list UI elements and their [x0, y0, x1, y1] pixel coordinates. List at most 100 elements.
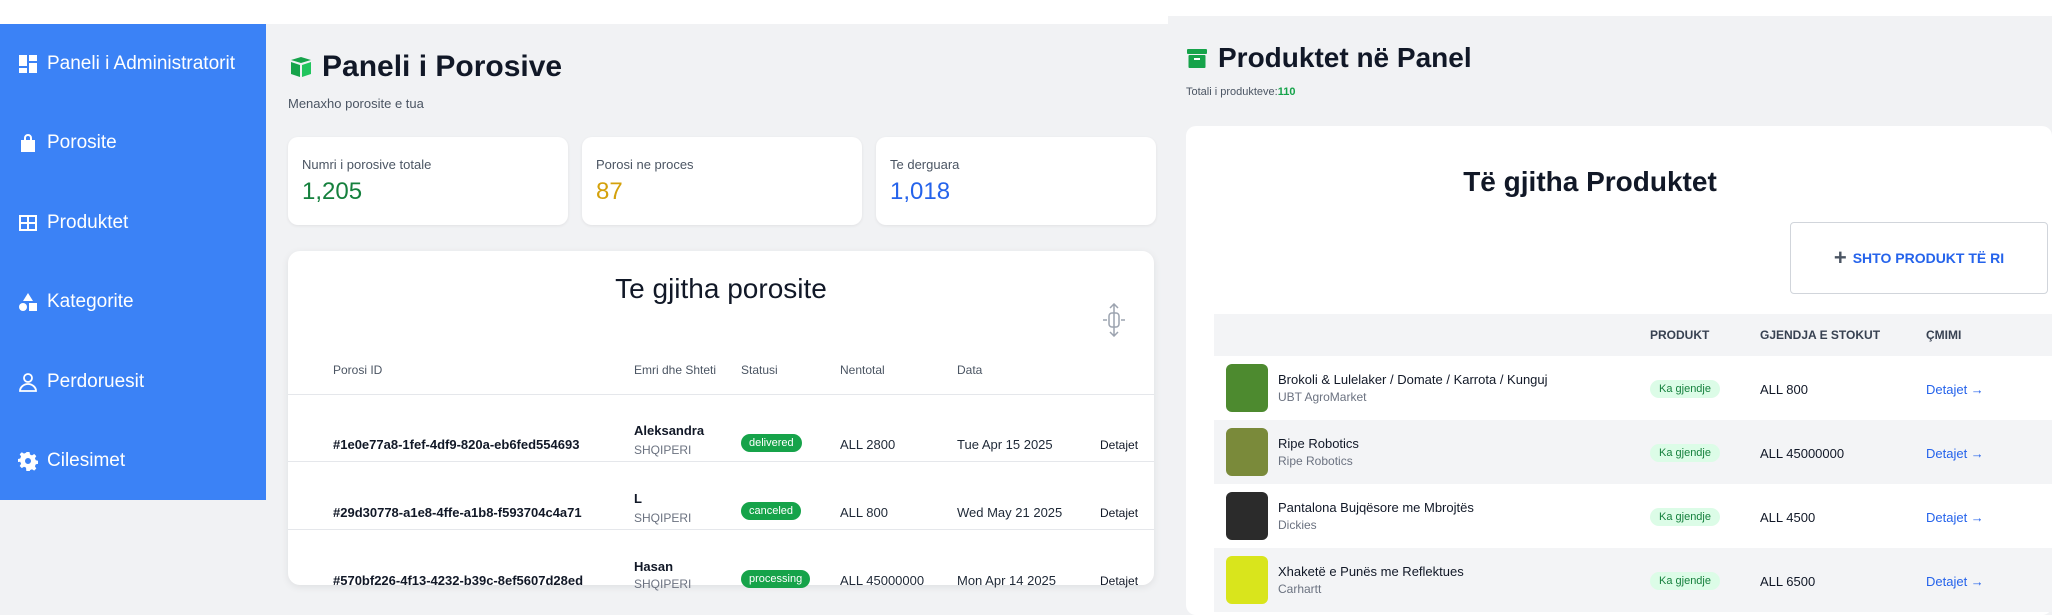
- product-price: ALL 4500: [1760, 510, 1816, 525]
- product-name: Brokoli & Lulelaker / Domate / Karrota /…: [1278, 372, 1548, 387]
- products-card-title: Të gjitha Produktet: [1463, 166, 1717, 197]
- table-row: Pantalona Bujqësore me Mbrojtës Dickies …: [1214, 484, 2052, 548]
- product-details-link[interactable]: Detajet →: [1926, 382, 1984, 397]
- grid-icon: [19, 215, 37, 231]
- product-name: Xhaketë e Punës me Reflektues: [1278, 564, 1464, 579]
- customer-name: L: [634, 491, 642, 506]
- add-product-button[interactable]: + SHTO PRODUKT TË RI: [1790, 222, 2048, 294]
- order-details-link[interactable]: Detajet: [1100, 574, 1138, 588]
- orders-table-title: Te gjitha porosite: [615, 273, 827, 304]
- divider: [288, 394, 1154, 395]
- product-brand: Ripe Robotics: [1278, 454, 1353, 468]
- product-price: ALL 6500: [1760, 574, 1816, 589]
- stat-value: 1,018: [890, 178, 951, 205]
- sidebar-item-settings[interactable]: Cilesimet: [18, 441, 125, 481]
- sidebar-item-label: Perdoruesit: [47, 371, 145, 392]
- table-row: Ripe Robotics Ripe Robotics Ka gjendje A…: [1214, 420, 2052, 484]
- dashboard-icon: [19, 55, 37, 73]
- plus-icon: +: [1833, 245, 1847, 270]
- customer-country: SHQIPERI: [634, 443, 692, 457]
- stat-card-in-process: Porosi ne proces 87: [582, 137, 862, 225]
- sidebar-item-users[interactable]: Perdoruesit: [18, 362, 144, 402]
- products-card: Të gjitha Produktet + SHTO PRODUKT TË RI…: [1186, 126, 2052, 615]
- archive-box-icon: [1187, 49, 1207, 68]
- customer-name: Aleksandra: [634, 423, 705, 438]
- customer-name: Hasan: [634, 559, 674, 574]
- product-details-link[interactable]: Detajet →: [1926, 446, 1984, 461]
- stat-card-delivered: Te derguara 1,018: [876, 137, 1156, 225]
- column-header-product: PRODUKT: [1650, 328, 1710, 342]
- page-title: Paneli i Porosive: [288, 50, 562, 84]
- stat-value: 1,205: [302, 178, 363, 205]
- add-product-label: SHTO PRODUKT TË RI: [1852, 250, 2005, 266]
- table-row: Brokoli & Lulelaker / Domate / Karrota /…: [1214, 356, 2052, 420]
- stock-badge: Ka gjendje: [1650, 508, 1720, 526]
- product-brand: Carhartt: [1278, 582, 1322, 596]
- product-brand: Dickies: [1278, 518, 1317, 532]
- orders-table-card: Te gjitha porosite Porosi ID Emri dhe Sh…: [288, 251, 1154, 591]
- product-name: Pantalona Bujqësore me Mbrojtës: [1278, 500, 1474, 515]
- table-row: Xhaketë e Punës me Reflektues Carhartt K…: [1214, 548, 2052, 612]
- column-header-subtotal: Nentotal: [840, 363, 885, 377]
- status-badge: delivered: [741, 434, 802, 452]
- product-price: ALL 45000000: [1760, 446, 1845, 461]
- column-header-status: Statusi: [741, 363, 778, 377]
- stock-badge: Ka gjendje: [1650, 572, 1720, 590]
- column-header-stock: GJENDJA E STOKUT: [1760, 328, 1881, 342]
- sidebar-item-label: Produktet: [47, 212, 129, 233]
- status-badge: processing: [741, 570, 811, 588]
- orders-header: Paneli i Porosive Menaxho porosite e tua: [288, 50, 562, 111]
- divider: [288, 461, 1154, 462]
- sidebar-item-label: Paneli i Administratorit: [47, 53, 235, 74]
- stock-badge: Ka gjendje: [1650, 444, 1720, 462]
- products-total-value: 110: [1277, 86, 1296, 98]
- order-details-link[interactable]: Detajet: [1100, 506, 1138, 520]
- orders-app: Paneli i Administratorit Porosite Produk…: [0, 24, 1168, 615]
- product-brand: UBT AgroMarket: [1278, 390, 1367, 404]
- sidebar-item-admin-panel[interactable]: Paneli i Administratorit: [18, 44, 235, 84]
- column-header-name-country: Emri dhe Shteti: [634, 363, 717, 377]
- column-header-date: Data: [957, 363, 983, 377]
- products-app: Produktet në Panel Totali i produkteve:1…: [1168, 16, 2052, 615]
- order-details-link[interactable]: Detajet: [1100, 438, 1138, 452]
- sidebar-item-categories[interactable]: Kategorite: [18, 282, 134, 322]
- shapes-icon: [19, 293, 37, 311]
- order-date: Tue Apr 15 2025: [957, 437, 1053, 452]
- stat-label: Te derguara: [890, 157, 960, 172]
- stat-label: Porosi ne proces: [596, 157, 694, 172]
- customer-country: SHQIPERI: [634, 511, 692, 525]
- product-thumbnail: [1226, 364, 1268, 412]
- column-header-price: ÇMIMI: [1926, 328, 1962, 342]
- stock-badge: Ka gjendje: [1650, 380, 1720, 398]
- products-total: Totali i produkteve:110: [1186, 86, 1296, 98]
- sidebar-item-products[interactable]: Produktet: [18, 203, 128, 243]
- product-details-link[interactable]: Detajet →: [1926, 510, 1984, 525]
- product-thumbnail: [1226, 492, 1268, 540]
- drag-handle-icon[interactable]: [1101, 303, 1127, 337]
- stat-value: 87: [596, 178, 623, 205]
- sidebar-item-label: Porosite: [47, 132, 117, 153]
- product-thumbnail: [1226, 428, 1268, 476]
- user-icon: [19, 373, 37, 392]
- status-badge: canceled: [741, 502, 802, 520]
- sidebar-item-orders[interactable]: Porosite: [18, 123, 117, 163]
- order-date: Mon Apr 14 2025: [957, 573, 1057, 588]
- products-header: Produktet në Panel Totali i produkteve:1…: [1186, 42, 1472, 98]
- customer-country: SHQIPERI: [634, 577, 692, 591]
- stat-label: Numri i porosive totale: [302, 157, 432, 172]
- product-details-link[interactable]: Detajet →: [1926, 574, 1984, 589]
- product-name: Ripe Robotics: [1278, 436, 1359, 451]
- page-title: Produktet në Panel: [1186, 42, 1472, 74]
- sidebar-item-label: Kategorite: [47, 291, 134, 312]
- table-header: PRODUKT GJENDJA E STOKUT ÇMIMI: [1214, 314, 2052, 356]
- order-subtotal: ALL 2800: [840, 437, 896, 452]
- shopping-bag-icon: [21, 134, 35, 152]
- order-subtotal: ALL 800: [840, 505, 888, 520]
- product-price: ALL 800: [1760, 382, 1808, 397]
- product-thumbnail: [1226, 556, 1268, 604]
- gear-icon: [18, 452, 38, 471]
- order-id: #29d30778-a1e8-4ffe-a1b8-f593704c4a71: [333, 505, 582, 520]
- page-subtitle: Menaxho porosite e tua: [288, 96, 424, 111]
- sidebar: Paneli i Administratorit Porosite Produk…: [0, 24, 266, 500]
- divider: [288, 529, 1154, 530]
